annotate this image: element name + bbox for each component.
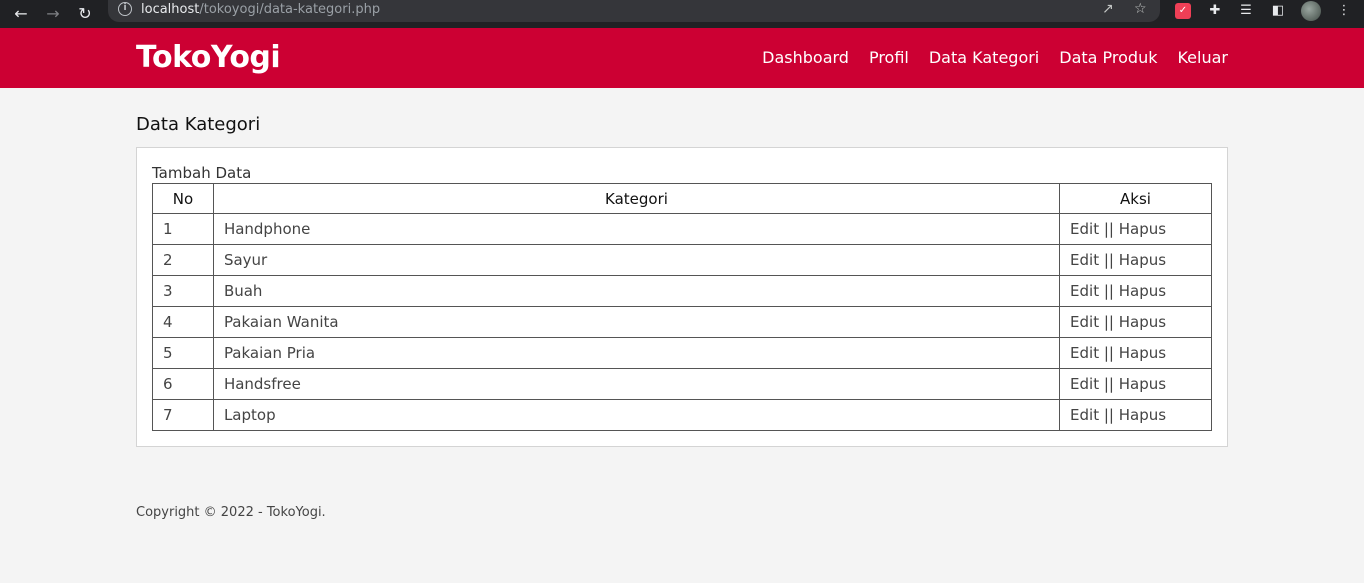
table-header-row: No Kategori Aksi — [152, 183, 1212, 214]
row-actions: Edit || Hapus — [1059, 275, 1212, 307]
action-separator: || — [1103, 313, 1114, 331]
row-actions: Edit || Hapus — [1059, 368, 1212, 400]
edit-link[interactable]: Edit — [1070, 282, 1099, 300]
row-kategori: Pakaian Wanita — [212, 306, 1061, 338]
action-separator: || — [1103, 344, 1114, 362]
row-actions: Edit || Hapus — [1059, 213, 1212, 245]
row-number: 7 — [152, 399, 214, 431]
page-title: Data Kategori — [136, 114, 261, 135]
nav-keluar[interactable]: Keluar — [1177, 48, 1228, 67]
table-row: 4 Pakaian Wanita Edit || Hapus — [152, 306, 1212, 338]
site-header: TokoYogi Dashboard Profil Data Kategori … — [0, 28, 1364, 88]
info-icon[interactable]: i — [118, 2, 132, 16]
table-row: 7 Laptop Edit || Hapus — [152, 399, 1212, 431]
nav-data-produk[interactable]: Data Produk — [1059, 48, 1157, 67]
edit-link[interactable]: Edit — [1070, 313, 1099, 331]
row-actions: Edit || Hapus — [1059, 244, 1212, 276]
nav-dashboard[interactable]: Dashboard — [762, 48, 849, 67]
category-table: No Kategori Aksi 1 Handphone Edit || Hap… — [152, 183, 1212, 431]
delete-link[interactable]: Hapus — [1119, 282, 1166, 300]
row-kategori: Buah — [212, 275, 1061, 307]
table-row: 2 Sayur Edit || Hapus — [152, 244, 1212, 276]
reload-icon[interactable]: ↻ — [74, 0, 96, 28]
table-row: 1 Handphone Edit || Hapus — [152, 213, 1212, 245]
url-text: localhost/tokoyogi/data-kategori.php — [141, 2, 380, 17]
edit-link[interactable]: Edit — [1070, 220, 1099, 238]
row-actions: Edit || Hapus — [1059, 306, 1212, 338]
action-separator: || — [1103, 251, 1114, 269]
nav-data-kategori[interactable]: Data Kategori — [929, 48, 1039, 67]
media-icon[interactable]: ☰ — [1238, 3, 1254, 19]
delete-link[interactable]: Hapus — [1119, 220, 1166, 238]
avatar[interactable] — [1301, 1, 1321, 21]
side-panel-icon[interactable]: ◧ — [1270, 3, 1286, 19]
action-separator: || — [1103, 220, 1114, 238]
delete-link[interactable]: Hapus — [1119, 406, 1166, 424]
content-card: Tambah Data No Kategori Aksi 1 Handphone… — [136, 147, 1228, 447]
back-arrow-icon[interactable]: ← — [10, 0, 32, 28]
star-icon[interactable]: ☆ — [1134, 1, 1147, 17]
delete-link[interactable]: Hapus — [1119, 313, 1166, 331]
action-separator: || — [1103, 375, 1114, 393]
column-header-kategori: Kategori — [212, 183, 1061, 214]
row-number: 6 — [152, 368, 214, 400]
row-kategori: Pakaian Pria — [212, 337, 1061, 369]
browser-toolbar: ← → ↻ i localhost/tokoyogi/data-kategori… — [0, 0, 1364, 28]
action-separator: || — [1103, 282, 1114, 300]
row-kategori: Laptop — [212, 399, 1061, 431]
share-icon[interactable]: ↗ — [1102, 1, 1114, 17]
row-number: 1 — [152, 213, 214, 245]
table-row: 5 Pakaian Pria Edit || Hapus — [152, 337, 1212, 369]
row-kategori: Sayur — [212, 244, 1061, 276]
delete-link[interactable]: Hapus — [1119, 344, 1166, 362]
brand-logo[interactable]: TokoYogi — [136, 40, 281, 75]
url-host: localhost — [141, 2, 200, 17]
row-number: 3 — [152, 275, 214, 307]
main-nav: Dashboard Profil Data Kategori Data Prod… — [762, 48, 1228, 67]
nav-profil[interactable]: Profil — [869, 48, 909, 67]
address-bar[interactable]: i localhost/tokoyogi/data-kategori.php ↗… — [108, 0, 1160, 22]
delete-link[interactable]: Hapus — [1119, 251, 1166, 269]
column-header-aksi: Aksi — [1059, 183, 1212, 214]
column-header-no: No — [152, 183, 214, 214]
edit-link[interactable]: Edit — [1070, 406, 1099, 424]
row-kategori: Handphone — [212, 213, 1061, 245]
edit-link[interactable]: Edit — [1070, 344, 1099, 362]
pocket-icon[interactable]: ✓ — [1175, 3, 1191, 19]
kebab-menu-icon[interactable]: ⋮ — [1336, 3, 1352, 19]
edit-link[interactable]: Edit — [1070, 375, 1099, 393]
row-number: 5 — [152, 337, 214, 369]
row-number: 2 — [152, 244, 214, 276]
row-kategori: Handsfree — [212, 368, 1061, 400]
row-actions: Edit || Hapus — [1059, 337, 1212, 369]
row-number: 4 — [152, 306, 214, 338]
add-data-link[interactable]: Tambah Data — [152, 164, 251, 182]
url-path: /tokoyogi/data-kategori.php — [199, 2, 381, 17]
table-row: 3 Buah Edit || Hapus — [152, 275, 1212, 307]
row-actions: Edit || Hapus — [1059, 399, 1212, 431]
edit-link[interactable]: Edit — [1070, 251, 1099, 269]
delete-link[interactable]: Hapus — [1119, 375, 1166, 393]
action-separator: || — [1103, 406, 1114, 424]
table-row: 6 Handsfree Edit || Hapus — [152, 368, 1212, 400]
puzzle-icon[interactable]: ✚ — [1207, 3, 1223, 19]
footer-copyright: Copyright © 2022 - TokoYogi. — [136, 505, 326, 520]
forward-arrow-icon[interactable]: → — [42, 0, 64, 28]
